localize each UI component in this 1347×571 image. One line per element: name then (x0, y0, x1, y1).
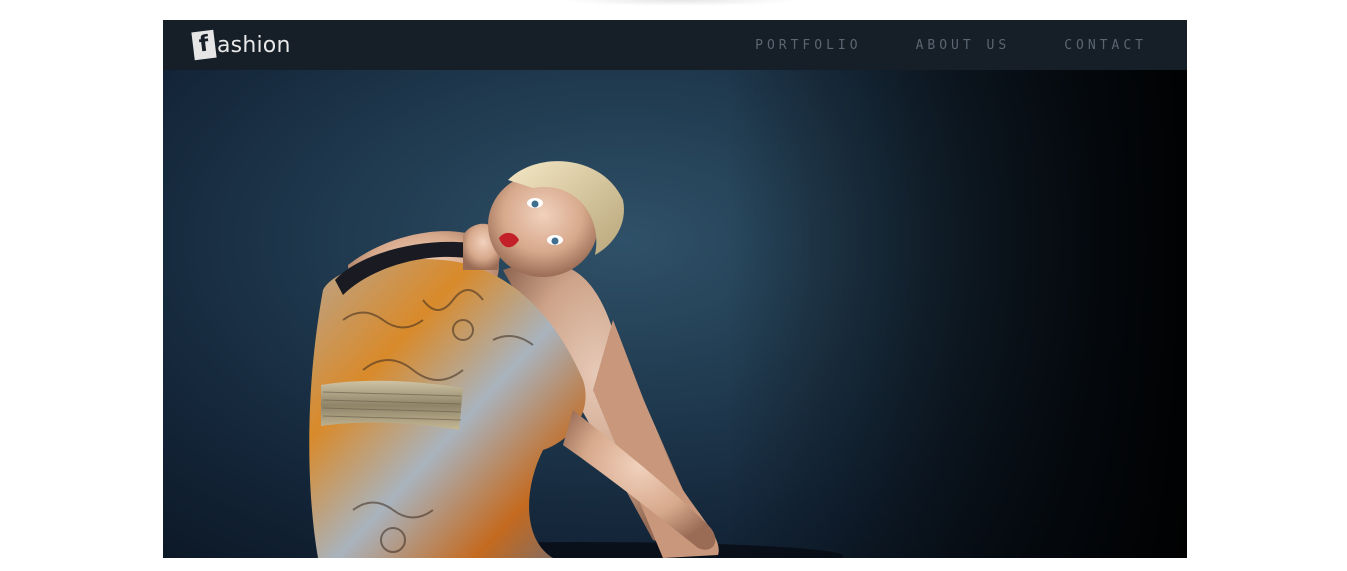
main-nav: PORTFOLIO ABOUT US CONTACT (701, 20, 1147, 70)
site-container: f ashion PORTFOLIO ABOUT US CONTACT (163, 20, 1187, 558)
logo-link[interactable]: f ashion (191, 29, 291, 61)
nav-link-contact[interactable]: CONTACT (1064, 38, 1147, 53)
top-shadow (560, 0, 800, 6)
fashion-model-photo (309, 161, 843, 558)
page: f ashion PORTFOLIO ABOUT US CONTACT (0, 0, 1347, 571)
logo-text: ashion (217, 32, 291, 58)
logo-mark: f (191, 29, 217, 61)
nav-link-about-us[interactable]: ABOUT US (916, 38, 1011, 53)
nav-link-portfolio[interactable]: PORTFOLIO (755, 38, 861, 53)
navbar: f ashion PORTFOLIO ABOUT US CONTACT (163, 20, 1187, 70)
hero-image (163, 70, 1187, 558)
